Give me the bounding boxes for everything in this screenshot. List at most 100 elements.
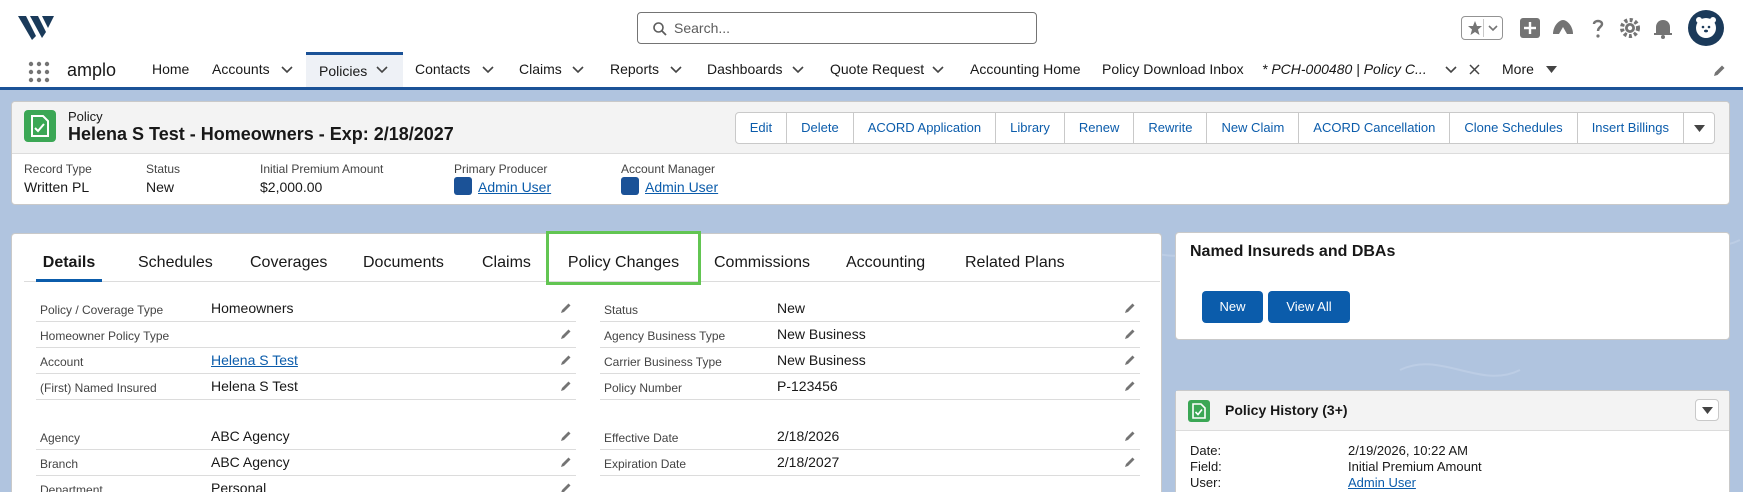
field-effective-date: Effective Date 2/18/2026 [600,424,1140,450]
tab-claims[interactable]: Claims [482,234,531,282]
nav-item-accounting-home[interactable]: Accounting Home [970,52,1081,87]
tab-policy-changes[interactable]: Policy Changes [546,231,701,285]
edit-pencil-icon[interactable] [1124,456,1136,468]
global-header [0,0,1743,52]
more-actions-button[interactable] [1683,112,1715,144]
gear-icon[interactable] [1618,16,1642,40]
edit-pencil-icon[interactable] [1124,302,1136,314]
tab-details[interactable]: Details [36,234,102,282]
search-icon [653,22,667,36]
nav-item-policies[interactable]: Policies [306,52,403,87]
nav-item-policy-download-inbox[interactable]: Policy Download Inbox [1102,52,1244,87]
tab-commissions[interactable]: Commissions [714,234,810,282]
field-policy-coverage-type: Policy / Coverage Type Homeowners [36,296,576,322]
nav-item-claims[interactable]: Claims [519,52,562,87]
new-named-insured-button[interactable]: New [1202,291,1263,323]
nav-tab-policy-change[interactable]: * PCH-000480 | Policy C... [1262,52,1427,87]
nav-item-quote-request[interactable]: Quote Request [830,52,924,87]
edit-pencil-icon[interactable] [560,328,572,340]
record-detail-card: Details Schedules Coverages Documents Cl… [11,231,1162,492]
history-row-field: Field: Initial Premium Amount [1190,459,1482,474]
app-launcher-icon[interactable] [28,61,50,83]
edit-pencil-icon[interactable] [560,456,572,468]
nav-item-home[interactable]: Home [152,52,189,87]
chevron-down-icon[interactable] [376,65,388,74]
field-policy-number: Policy Number P-123456 [600,374,1140,400]
policy-history-title: Policy History (3+) [1225,402,1348,418]
view-all-button[interactable]: View All [1268,291,1350,323]
chevron-down-icon[interactable] [792,65,804,74]
primary-producer-link[interactable]: Admin User [478,179,551,195]
field-department: Department Personal [36,476,576,492]
policy-history-menu-button[interactable] [1695,399,1719,421]
caret-down-icon[interactable] [1546,66,1557,74]
nav-item-reports[interactable]: Reports [610,52,659,87]
field-expiration-date: Expiration Date 2/18/2027 [600,450,1140,476]
tab-coverages[interactable]: Coverages [250,234,327,282]
notifications-bell-icon[interactable] [1651,16,1675,40]
record-highlights-panel: Policy Helena S Test - Homeowners - Exp:… [11,101,1730,205]
field-branch: Branch ABC Agency [36,450,576,476]
search-input[interactable] [674,17,1024,39]
edit-button[interactable]: Edit [734,112,788,144]
field-agency-business-type: Agency Business Type New Business [600,322,1140,348]
highlight-status: Status New [146,162,181,195]
edit-pencil-icon[interactable] [1124,354,1136,366]
global-search[interactable] [637,12,1037,44]
close-icon[interactable] [1469,64,1480,75]
highlight-record-type: Record Type Written PL [24,162,92,195]
chevron-down-icon[interactable] [670,65,682,74]
account-link[interactable]: Helena S Test [211,352,298,368]
acord-cancellation-button[interactable]: ACORD Cancellation [1298,112,1451,144]
chevron-down-icon [1488,25,1498,32]
library-button[interactable]: Library [995,112,1065,144]
edit-pencil-icon[interactable] [1124,430,1136,442]
acord-application-button[interactable]: ACORD Application [852,112,997,144]
insert-billings-button[interactable]: Insert Billings [1576,112,1684,144]
amplo-logo-icon[interactable] [16,12,56,42]
nav-item-accounts[interactable]: Accounts [212,52,270,87]
nav-item-contacts[interactable]: Contacts [415,52,470,87]
chevron-down-icon[interactable] [482,65,494,74]
policy-history-header: Policy History (3+) [1176,391,1729,431]
chevron-down-icon[interactable] [281,65,293,74]
record-title: Helena S Test - Homeowners - Exp: 2/18/2… [68,124,454,144]
user-avatar-icon [1696,17,1716,38]
delete-button[interactable]: Delete [786,112,854,144]
edit-pencil-icon[interactable] [560,380,572,392]
edit-pencil-icon[interactable] [560,302,572,314]
edit-pencil-icon[interactable] [560,482,572,492]
chevron-down-icon[interactable] [1445,65,1457,74]
chevron-down-icon[interactable] [572,65,584,74]
nav-item-dashboards[interactable]: Dashboards [707,52,783,87]
tab-schedules[interactable]: Schedules [138,234,213,282]
edit-nav-pencil-icon[interactable] [1712,64,1726,78]
field-homeowner-policy-type: Homeowner Policy Type [36,322,576,348]
history-row-date: Date: 2/19/2026, 10:22 AM [1190,443,1468,458]
rewrite-button[interactable]: Rewrite [1133,112,1208,144]
help-icon[interactable] [1586,16,1610,40]
favorites-button[interactable] [1461,16,1503,40]
document-check-icon [1192,403,1206,419]
global-actions-icon[interactable] [1518,16,1542,40]
field-account: Account Helena S Test [36,348,576,374]
tab-related-plans[interactable]: Related Plans [965,234,1065,282]
chevron-down-icon[interactable] [932,65,944,74]
edit-pencil-icon[interactable] [1124,328,1136,340]
account-manager-link[interactable]: Admin User [645,179,718,195]
policy-history-icon [1188,400,1210,422]
record-action-buttons: Edit Delete ACORD Application Library Re… [734,112,1715,144]
clone-schedules-button[interactable]: Clone Schedules [1449,112,1578,144]
edit-pencil-icon[interactable] [1124,380,1136,392]
renew-button[interactable]: Renew [1063,112,1135,144]
trailhead-icon[interactable] [1551,16,1575,40]
user-avatar[interactable] [1688,10,1724,46]
new-claim-button[interactable]: New Claim [1206,112,1300,144]
edit-pencil-icon[interactable] [560,430,572,442]
history-user-link[interactable]: Admin User [1348,475,1416,490]
tab-accounting[interactable]: Accounting [846,234,925,282]
tab-documents[interactable]: Documents [363,234,444,282]
edit-pencil-icon[interactable] [560,354,572,366]
record-tabs: Details Schedules Coverages Documents Cl… [24,231,1160,285]
nav-item-more[interactable]: More [1502,52,1534,87]
